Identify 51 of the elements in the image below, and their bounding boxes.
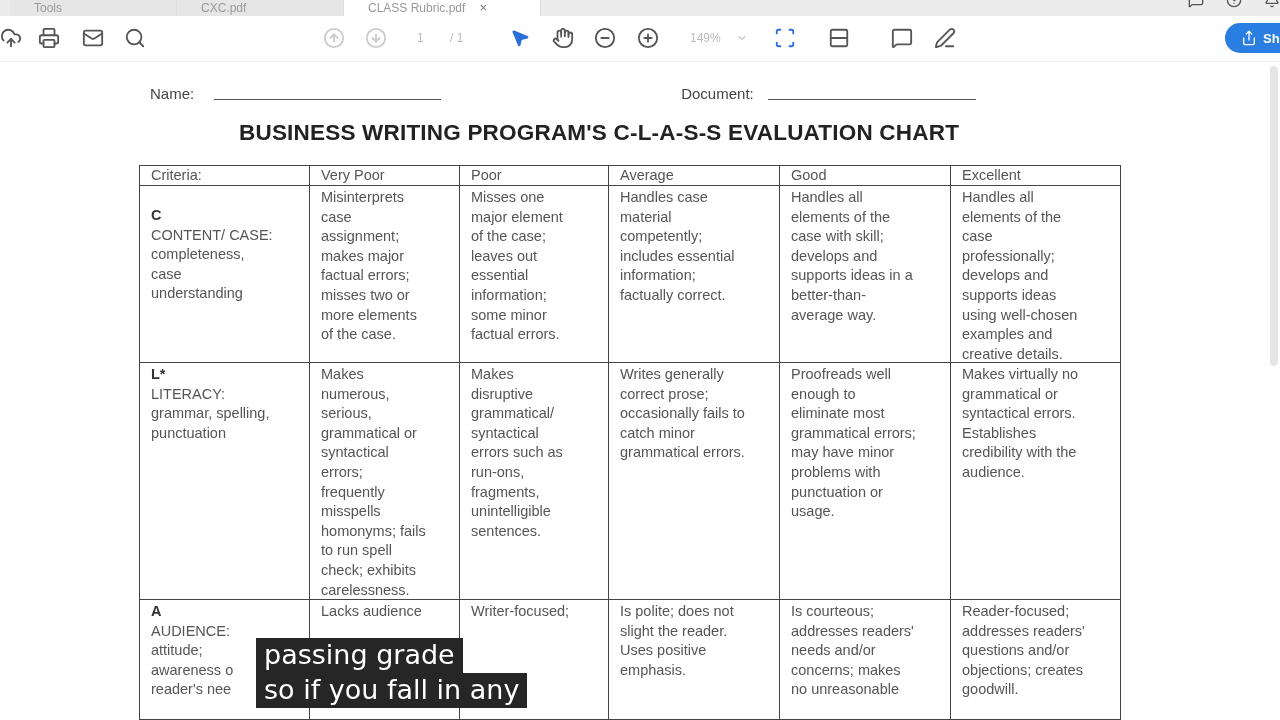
criteria-text: CONTENT/ CASE: completeness, case understanding	[151, 225, 273, 304]
table-cell: Is courteous; addresses readers' needs and/or concerns; makes no unreasonable	[791, 602, 914, 700]
cloud-upload-icon[interactable]	[0, 27, 22, 50]
name-label: Name:	[150, 85, 195, 102]
chart-title: BUSINESS WRITING PROGRAM'S C-L-A-S-S EVALUATION CHART	[239, 120, 961, 146]
zoom-out-icon[interactable]	[594, 27, 616, 50]
scrollbar[interactable]	[1270, 66, 1278, 366]
search-icon[interactable]	[124, 27, 146, 50]
close-icon[interactable]: ×	[479, 0, 487, 16]
document-tab[interactable]: Tools	[10, 0, 177, 16]
document-tab[interactable]: CLASS Rubric.pdf ×	[344, 0, 541, 16]
pen-icon[interactable]	[934, 27, 956, 50]
table-cell-text: Writer-focused;	[471, 602, 570, 621]
table-cell: Misinterprets case assignment; makes major factual errors; misses two or more elements of the case.	[321, 188, 417, 345]
table-cell: Reader-focused; addresses readers' questions and/or objections; creates goodwill.	[962, 602, 1085, 700]
document-label: Document:	[681, 85, 754, 102]
table-cell-text: Handles all elements of the case with skill; develops and supports ideas in a better-than- average way.	[791, 188, 913, 325]
column-header: Average	[609, 166, 780, 186]
share-button[interactable]: Sh	[1225, 23, 1280, 54]
table-cell-text: Makes numerous, serious, grammatical or syntactical errors; frequently misspells homonyms; fails to run spell check; exhibits carelessness.	[321, 365, 426, 600]
print-icon[interactable]	[38, 27, 60, 50]
criteria-text: AUDIENCE: attitude; awareness o reader's nee	[151, 621, 234, 700]
scroll-mode-icon[interactable]	[828, 27, 850, 50]
column-header: Poor	[460, 166, 609, 186]
table-cell: Writes generally correct prose; occasionally fails to catch minor grammatical errors.	[620, 365, 745, 463]
table-cell-text: Makes disruptive grammatical/ syntactical errors such as run-ons, fragments, unintelligible sentences.	[471, 365, 563, 541]
table-cell-text: Is polite; does not slight the reader. Uses positive emphasis.	[620, 602, 734, 680]
share-icon	[1241, 30, 1257, 47]
table-cell-text: Handles all elements of the case professionally; develops and supports ideas using well-chosen examples and creative details.	[962, 188, 1078, 364]
pointer-icon[interactable]	[510, 28, 530, 49]
zoom-level[interactable]: 149%	[690, 31, 721, 46]
document-tab[interactable]: CXC.pdf	[177, 0, 344, 16]
zoom-in-icon[interactable]	[637, 27, 659, 50]
column-header: Good	[780, 166, 951, 186]
table-cell-text: Handles case material competently; includes essential information; factually correct.	[620, 188, 735, 305]
page-number[interactable]: 1	[417, 31, 424, 46]
criteria-letter: L*	[151, 365, 166, 384]
fit-page-icon[interactable]	[774, 27, 796, 50]
table-cell: Misses one major element of the case; leaves out essential information; some minor factual errors.	[471, 188, 563, 345]
column-header: Very Poor	[310, 166, 460, 186]
comment-icon[interactable]	[891, 27, 913, 50]
hand-icon[interactable]	[552, 27, 574, 50]
column-header: Criteria:	[140, 166, 310, 186]
column-header: Excellent	[951, 166, 1121, 186]
page-count: / 1	[450, 31, 464, 46]
table-cell-text: Makes virtually no grammatical or syntactical errors. Establishes credibility with the audience.	[962, 365, 1079, 482]
criteria-letter: A	[151, 602, 162, 621]
table-cell-text: Lacks audience	[321, 602, 422, 621]
table-cell: Proofreads well enough to eliminate most grammatical errors; may have minor problems with punctuation or usage.	[791, 365, 916, 522]
criteria-text: LITERACY: grammar, spelling, punctuation	[151, 384, 270, 443]
criteria-letter: C	[151, 206, 162, 225]
